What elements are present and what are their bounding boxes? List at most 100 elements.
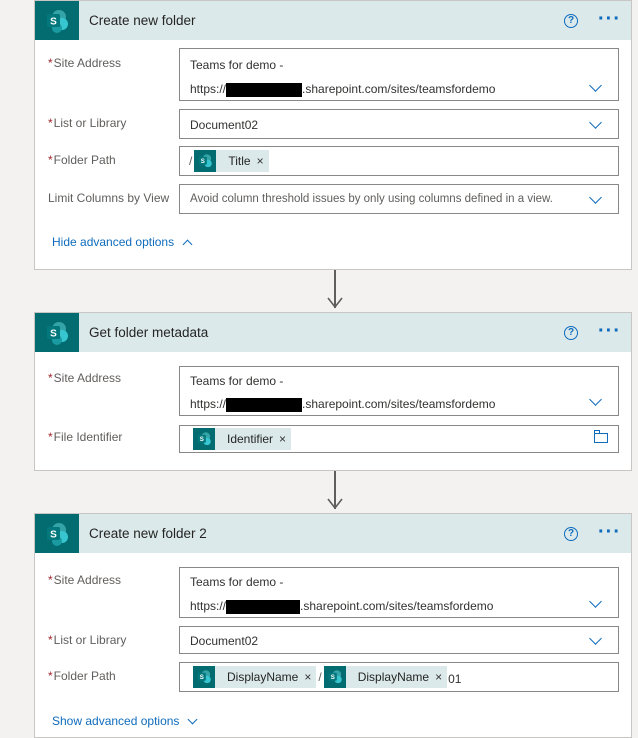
more-options-icon[interactable]: ··· — [598, 321, 621, 341]
chevron-down-icon — [187, 714, 198, 725]
site-address-url: https:// .sharepoint.com/sites/teamsforde… — [190, 397, 495, 412]
card-header[interactable]: S Get folder metadata ? ··· — [35, 313, 631, 352]
list-library-value: Document02 — [190, 118, 259, 132]
sharepoint-icon: S — [35, 313, 79, 352]
more-options-icon[interactable]: ··· — [598, 9, 621, 29]
help-icon[interactable]: ? — [564, 526, 579, 541]
site-address-label: *Site Address — [48, 573, 121, 587]
folder-picker-icon[interactable] — [594, 430, 608, 443]
redacted-block — [226, 397, 303, 412]
folder-path-input[interactable]: S DisplayName × / S DisplayName × 01 — [179, 662, 619, 692]
sharepoint-icon: S — [194, 150, 217, 172]
sharepoint-letter: S — [50, 529, 57, 540]
site-address-dropdown[interactable]: Teams for demo - https:// .sharepoint.com… — [179, 48, 619, 101]
file-identifier-input[interactable]: S Identifier × — [179, 425, 619, 453]
site-address-label-text: Site Address — [53, 573, 122, 587]
show-advanced-options-link[interactable]: Show advanced options — [52, 714, 198, 728]
sharepoint-letter: S — [201, 158, 205, 165]
site-url-prefix: https:// — [190, 397, 227, 411]
dynamic-content-token[interactable]: S Identifier × — [193, 428, 292, 450]
limit-columns-dropdown[interactable]: Avoid column threshold issues by only us… — [179, 184, 619, 214]
site-address-dropdown[interactable]: Teams for demo - https:// .sharepoint.com… — [179, 567, 619, 618]
sharepoint-letter: S — [50, 16, 57, 27]
site-url-suffix: .sharepoint.com/sites/teamsfordemo — [302, 82, 496, 96]
site-url-prefix: https:// — [190, 82, 227, 96]
sharepoint-icon: S — [323, 666, 346, 688]
sharepoint-letter: S — [50, 328, 57, 339]
list-library-label-text: List or Library — [53, 633, 127, 647]
remove-token-icon[interactable]: × — [304, 670, 316, 684]
flow-connector — [325, 270, 345, 312]
site-address-label: *Site Address — [48, 56, 121, 70]
redacted-block — [226, 599, 301, 614]
advanced-options-text: Hide advanced options — [52, 235, 175, 249]
limit-columns-label: Limit Columns by View — [48, 191, 170, 205]
folder-path-input[interactable]: / S Title × — [179, 146, 619, 176]
list-library-dropdown[interactable]: Document02 — [179, 626, 619, 654]
chevron-down-icon[interactable] — [589, 79, 602, 92]
site-address-line1: Teams for demo - — [190, 58, 284, 72]
help-icon[interactable]: ? — [564, 325, 579, 340]
required-marker: * — [48, 430, 53, 444]
limit-columns-placeholder: Avoid column threshold issues by only us… — [190, 193, 553, 205]
sharepoint-icon: S — [35, 514, 79, 553]
token-label: Identifier — [227, 432, 274, 446]
file-identifier-label-text: File Identifier — [53, 430, 123, 444]
sharepoint-icon: S — [193, 666, 215, 688]
chevron-down-icon[interactable] — [589, 632, 602, 645]
arrow-down-icon — [327, 297, 343, 309]
remove-token-icon[interactable]: × — [435, 670, 447, 684]
site-address-line1: Teams for demo - — [190, 575, 284, 589]
required-marker: * — [48, 116, 53, 130]
chevron-down-icon[interactable] — [589, 191, 602, 204]
chevron-down-icon[interactable] — [589, 595, 602, 608]
site-address-dropdown[interactable]: Teams for demo - https:// .sharepoint.com… — [179, 366, 619, 416]
action-card-get-folder-metadata: S Get folder metadata ? ··· *Site Addres… — [34, 312, 632, 471]
dynamic-content-token[interactable]: S DisplayName × — [323, 666, 448, 688]
card-header[interactable]: S Create new folder 2 ? ··· — [35, 514, 631, 553]
dynamic-content-token[interactable]: S DisplayName × — [193, 666, 317, 688]
file-identifier-label: *File Identifier — [48, 430, 122, 444]
token-label: DisplayName — [227, 670, 299, 684]
site-address-line1: Teams for demo - — [190, 374, 284, 388]
site-address-label: *Site Address — [48, 371, 121, 385]
required-marker: * — [48, 56, 53, 70]
action-card-create-new-folder: S Create new folder ? ··· *Site Address … — [34, 0, 632, 270]
required-marker: * — [48, 633, 53, 647]
required-marker: * — [48, 371, 53, 385]
hide-advanced-options-link[interactable]: Hide advanced options — [52, 235, 193, 249]
remove-token-icon[interactable]: × — [257, 154, 269, 168]
sharepoint-letter: S — [200, 674, 204, 681]
list-library-label: *List or Library — [48, 633, 126, 647]
token-label: Title — [228, 154, 251, 168]
list-library-value: Document02 — [190, 634, 259, 648]
redacted-block — [226, 82, 303, 97]
advanced-options-text: Show advanced options — [52, 714, 180, 728]
site-address-url: https:// .sharepoint.com/sites/teamsforde… — [190, 82, 495, 97]
site-url-suffix: .sharepoint.com/sites/teamsfordemo — [300, 599, 494, 613]
sharepoint-icon: S — [193, 428, 215, 450]
required-marker: * — [48, 573, 53, 587]
chevron-up-icon — [182, 239, 193, 249]
card-title: Get folder metadata — [89, 325, 209, 340]
arrow-down-icon — [327, 498, 343, 510]
site-url-suffix: .sharepoint.com/sites/teamsfordemo — [302, 397, 496, 411]
chevron-down-icon[interactable] — [589, 393, 602, 406]
token-label: DisplayName — [357, 670, 430, 684]
folder-path-label-text: Folder Path — [53, 669, 116, 683]
flow-connector — [325, 471, 345, 513]
site-url-prefix: https:// — [190, 599, 227, 613]
sharepoint-icon: S — [35, 1, 79, 40]
required-marker: * — [48, 669, 53, 683]
card-header[interactable]: S Create new folder ? ··· — [35, 1, 631, 40]
chevron-down-icon[interactable] — [589, 116, 602, 129]
sharepoint-letter: S — [331, 674, 335, 681]
help-icon[interactable]: ? — [564, 13, 579, 28]
remove-token-icon[interactable]: × — [279, 432, 291, 446]
list-library-dropdown[interactable]: Document02 — [179, 109, 619, 139]
path-separator: / — [189, 154, 193, 168]
card-title: Create new folder 2 — [89, 526, 207, 541]
more-options-icon[interactable]: ··· — [598, 522, 621, 542]
dynamic-content-token[interactable]: S Title × — [194, 150, 269, 172]
required-marker: * — [48, 153, 53, 167]
